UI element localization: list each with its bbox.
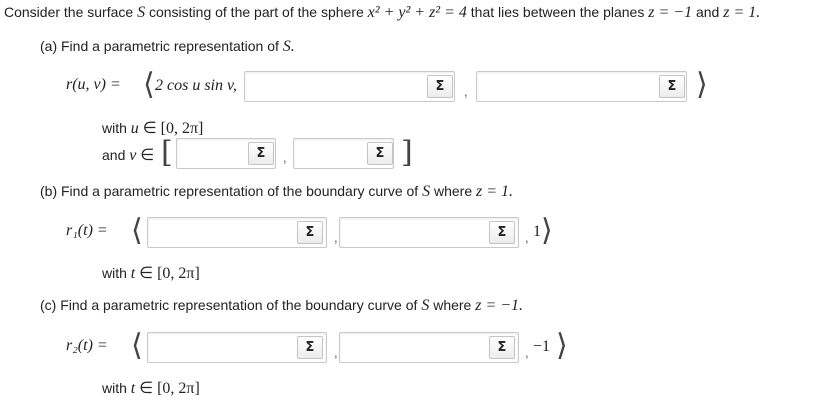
sigma-icon[interactable]: Σ <box>297 336 323 359</box>
first-component: 2 cos u sin v, <box>155 77 237 94</box>
r2-z-component: −1 <box>533 338 551 355</box>
sigma-icon[interactable]: Σ <box>659 75 685 98</box>
question-text: (a) Find a parametric representation of <box>40 38 279 54</box>
comma-separator: , <box>283 150 287 165</box>
sigma-icon[interactable]: Σ <box>367 142 393 165</box>
close-angle-bracket: ⟩ <box>556 328 568 363</box>
part-b-question: (b) Find a parametric representation of … <box>40 183 514 200</box>
question-text: (c) Find a parametric representation of … <box>40 297 418 313</box>
open-angle-bracket: ⟨ <box>131 328 143 363</box>
r-y-component-input[interactable] <box>244 71 455 102</box>
intro-text: that lies between the planes <box>470 4 645 20</box>
plane-equation: z = −1 <box>648 4 693 21</box>
sphere-equation: x² + y² + z² = 4 <box>367 4 467 21</box>
t-domain: with t ∈ [0, 2π] <box>102 265 200 282</box>
r-z-component-input[interactable] <box>476 71 687 102</box>
sigma-icon[interactable]: Σ <box>489 221 515 244</box>
u-domain: with u ∈ [0, 2π] <box>102 120 204 137</box>
r1-label: r₁(t) = <box>66 222 108 239</box>
open-angle-bracket: ⟨ <box>143 67 155 102</box>
part-a-question: (a) Find a parametric representation of … <box>40 38 295 56</box>
question-text: (b) Find a parametric representation of … <box>40 183 419 199</box>
comma-separator: , <box>525 230 529 245</box>
sigma-icon[interactable]: Σ <box>248 142 274 165</box>
sigma-icon[interactable]: Σ <box>489 336 515 359</box>
open-bracket: [ <box>161 135 173 170</box>
comma-separator: , <box>525 345 529 360</box>
r1-z-component: 1 <box>533 223 541 240</box>
close-angle-bracket: ⟩ <box>541 213 553 248</box>
sigma-icon[interactable]: Σ <box>427 75 453 98</box>
part-c-question: (c) Find a parametric representation of … <box>40 297 524 314</box>
comma-separator: , <box>334 230 338 245</box>
open-angle-bracket: ⟨ <box>131 213 143 248</box>
intro-text: Consider the surface <box>4 4 134 20</box>
surface-symbol: S. <box>282 38 295 55</box>
comma-separator: , <box>464 84 468 99</box>
plane-equation: z = 1. <box>723 4 761 21</box>
intro-text: and <box>695 4 720 20</box>
problem-statement: Consider the surface S consisting of the… <box>4 4 760 22</box>
close-angle-bracket: ⟩ <box>696 67 708 102</box>
r-uv-label: r(u, v) = <box>66 76 121 93</box>
r2-label: r₂(t) = <box>66 337 108 354</box>
v-domain: and v ∈ <box>102 147 155 164</box>
close-bracket: ] <box>401 135 413 170</box>
intro-text: consisting of the part of the sphere <box>148 4 364 20</box>
comma-separator: , <box>334 345 338 360</box>
t-domain: with t ∈ [0, 2π] <box>102 380 200 397</box>
sigma-icon[interactable]: Σ <box>297 221 323 244</box>
surface-symbol: S <box>137 4 146 21</box>
